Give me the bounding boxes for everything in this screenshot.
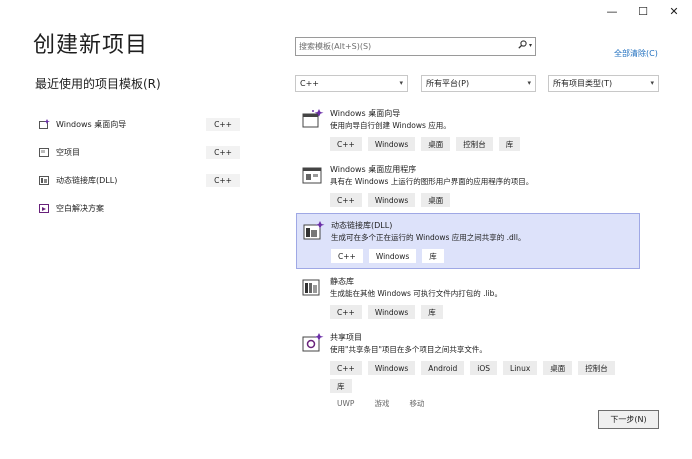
dll-icon xyxy=(38,174,50,186)
chevron-down-icon[interactable]: ▾ xyxy=(529,42,532,49)
static-library-icon xyxy=(302,276,324,298)
platform-filter[interactable]: 所有平台(P) ▾ xyxy=(421,75,536,92)
next-button[interactable]: 下一步(N) xyxy=(598,410,659,429)
template-tag: 库 xyxy=(421,305,443,319)
template-tag: 桌面 xyxy=(421,193,451,207)
language-tag: C++ xyxy=(206,118,240,131)
search-placeholder: 搜索模板(Alt+S)(S) xyxy=(299,42,372,51)
chevron-down-icon: ▾ xyxy=(527,79,531,87)
template-tag: Windows xyxy=(367,361,416,375)
recent-item-dll[interactable]: 动态链接库(DLL) C++ xyxy=(38,166,240,194)
minimize-button[interactable]: — xyxy=(601,2,623,20)
template-name: Windows 桌面向导 xyxy=(330,109,401,118)
template-tag: Windows xyxy=(367,305,416,319)
desktop-app-icon xyxy=(302,164,324,186)
template-tag: C++ xyxy=(330,361,362,375)
language-filter-value: C++ xyxy=(300,79,319,88)
dll-icon xyxy=(303,220,325,242)
language-tag: C++ xyxy=(206,146,240,159)
template-tag: Android xyxy=(421,361,465,375)
solution-icon xyxy=(38,202,50,214)
shared-project-icon xyxy=(302,332,324,354)
search-icon[interactable] xyxy=(518,40,527,51)
template-tag: Linux xyxy=(503,361,538,375)
template-name: Windows 桌面应用程序 xyxy=(330,165,417,174)
template-tag: Windows xyxy=(368,249,417,263)
chevron-down-icon: ▾ xyxy=(650,79,654,87)
template-tag: 库 xyxy=(498,137,521,151)
template-tag: Windows xyxy=(367,193,416,207)
wizard-icon xyxy=(38,118,50,130)
project-type-filter-value: 所有项目类型(T) xyxy=(553,79,613,88)
chevron-down-icon: ▾ xyxy=(399,79,403,87)
template-tag: 桌面 xyxy=(421,137,451,151)
template-tag: C++ xyxy=(330,193,362,207)
template-tag: 游戏 xyxy=(374,398,390,408)
recent-item-blank-solution[interactable]: 空白解决方案 xyxy=(38,194,238,222)
template-tag: 桌面 xyxy=(543,361,573,375)
template-description: 具有在 Windows 上运行的图形用户界面的应用程序的项目。 xyxy=(330,177,534,186)
template-static-library[interactable]: 静态库 生成能在其他 Windows 可执行文件内打包的 .lib。 C++ W… xyxy=(296,270,640,326)
platform-filter-value: 所有平台(P) xyxy=(426,79,470,88)
recent-templates-list: Windows 桌面向导 C++ 空项目 C++ 动态链接库(DLL) C++ … xyxy=(38,110,240,222)
recent-item-windows-wizard[interactable]: Windows 桌面向导 C++ xyxy=(38,110,240,138)
template-windows-desktop-wizard[interactable]: Windows 桌面向导 使用向导自行创建 Windows 应用。 C++ Wi… xyxy=(296,102,640,158)
template-tag: 控制台 xyxy=(578,361,615,375)
page-title: 创建新项目 xyxy=(33,33,149,58)
template-description: 使用向导自行创建 Windows 应用。 xyxy=(330,121,451,130)
template-shared-project[interactable]: 共享项目 使用"共享条目"项目在多个项目之间共享文件。 C++ Windows … xyxy=(296,326,640,408)
template-tag: 库 xyxy=(422,249,444,263)
template-description: 生成可在多个正在运行的 Windows 应用之间共享的 .dll。 xyxy=(331,233,526,242)
maximize-button[interactable]: ☐ xyxy=(632,2,654,20)
template-tag: C++ xyxy=(330,137,362,151)
template-windows-desktop-app[interactable]: Windows 桌面应用程序 具有在 Windows 上运行的图形用户界面的应用… xyxy=(296,158,640,214)
template-tag: UWP xyxy=(337,398,355,408)
close-button[interactable]: ✕ xyxy=(663,2,685,20)
project-type-filter[interactable]: 所有项目类型(T) ▾ xyxy=(548,75,659,92)
template-tag: 移动 xyxy=(409,398,425,408)
template-description: 生成能在其他 Windows 可执行文件内打包的 .lib。 xyxy=(330,289,502,298)
template-tag: 库 xyxy=(330,379,352,393)
search-input[interactable]: 搜索模板(Alt+S)(S) ▾ xyxy=(295,37,536,56)
language-tag: C++ xyxy=(206,174,240,187)
template-tag: 控制台 xyxy=(456,137,493,151)
template-description: 使用"共享条目"项目在多个项目之间共享文件。 xyxy=(330,345,487,354)
template-name: 静态库 xyxy=(330,277,354,286)
template-dll[interactable]: 动态链接库(DLL) 生成可在多个正在运行的 Windows 应用之间共享的 .… xyxy=(296,213,640,269)
recent-item-label: 空白解决方案 xyxy=(56,203,104,213)
wizard-icon xyxy=(302,108,324,130)
template-tag: iOS xyxy=(470,361,498,375)
template-tag: C++ xyxy=(330,305,362,319)
clear-all-link[interactable]: 全部清除(C) xyxy=(614,48,658,59)
recent-templates-title: 最近使用的项目模板(R) xyxy=(35,77,161,91)
empty-project-icon xyxy=(38,146,50,158)
template-tag: C++ xyxy=(331,249,363,263)
language-filter[interactable]: C++ ▾ xyxy=(295,75,408,92)
recent-item-empty-project[interactable]: 空项目 C++ xyxy=(38,138,240,166)
template-name: 共享项目 xyxy=(330,333,362,342)
template-name: 动态链接库(DLL) xyxy=(331,221,393,230)
template-tag: Windows xyxy=(367,137,416,151)
